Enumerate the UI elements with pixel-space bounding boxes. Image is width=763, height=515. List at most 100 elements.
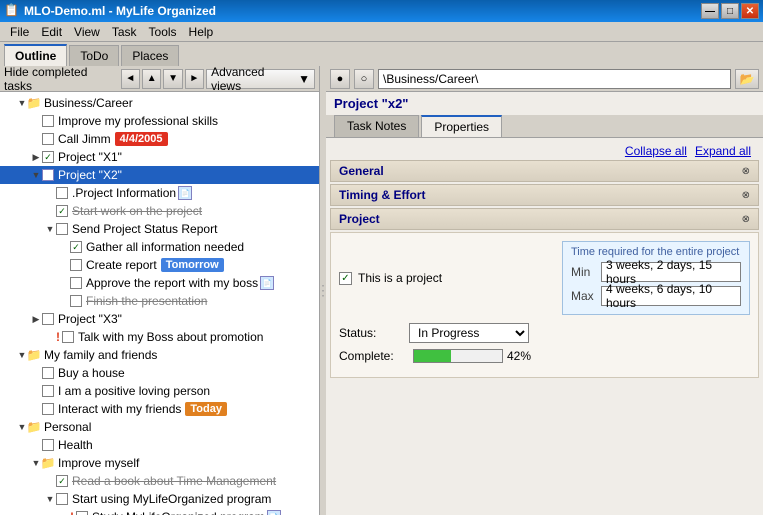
task-checkbox[interactable]: [42, 439, 54, 451]
task-checkbox[interactable]: [42, 169, 54, 181]
title-bar: 📋 MLO-Demo.ml - MyLife Organized — □ ✕: [0, 0, 763, 22]
tree-item-read-book[interactable]: Read a book about Time Management: [0, 472, 319, 490]
menu-task[interactable]: Task: [106, 23, 143, 41]
min-value[interactable]: 3 weeks, 2 days, 15 hours: [601, 262, 741, 282]
tree-item-business-career[interactable]: ▼ 📁 Business/Career: [0, 94, 319, 112]
time-required-label: Time required for the entire project: [571, 246, 741, 258]
time-required-box: Time required for the entire project Min…: [562, 241, 750, 315]
expand-all-link[interactable]: Expand all: [695, 144, 751, 158]
advanced-views-dropdown[interactable]: Advanced views ▼: [206, 69, 315, 89]
tab-todo[interactable]: ToDo: [69, 45, 119, 66]
addr-forward-button[interactable]: ○: [354, 69, 374, 89]
expander-icon[interactable]: ▶: [30, 151, 42, 163]
window-controls[interactable]: — □ ✕: [701, 3, 759, 19]
menu-file[interactable]: File: [4, 23, 35, 41]
tree-item-family[interactable]: ▼ 📁 My family and friends: [0, 346, 319, 364]
menu-edit[interactable]: Edit: [35, 23, 68, 41]
expander-icon[interactable]: ▼: [30, 169, 42, 181]
tree-item-project-x2[interactable]: ▼ Project "X2": [0, 166, 319, 184]
hide-completed-label: Hide completed tasks: [4, 66, 115, 93]
task-checkbox[interactable]: [42, 367, 54, 379]
tree-item-project-info[interactable]: .Project Information 📄: [0, 184, 319, 202]
min-label: Min: [571, 265, 601, 279]
tab-outline[interactable]: Outline: [4, 44, 67, 66]
task-checkbox[interactable]: [56, 493, 68, 505]
folder-open-icon: 📂: [740, 72, 755, 86]
task-tree[interactable]: ▼ 📁 Business/Career Improve my professio…: [0, 92, 319, 515]
item-label: Interact with my friends: [58, 402, 181, 416]
item-label: My family and friends: [44, 348, 157, 362]
tree-item-send-report[interactable]: ▼ Send Project Status Report: [0, 220, 319, 238]
task-checkbox[interactable]: [42, 385, 54, 397]
folder-icon: 📁: [28, 349, 40, 361]
tree-item-create-report[interactable]: Create report Tomorrow: [0, 256, 319, 274]
item-label: Improve my professional skills: [58, 114, 218, 128]
max-value[interactable]: 4 weeks, 6 days, 10 hours: [601, 286, 741, 306]
task-checkbox[interactable]: [42, 403, 54, 415]
minimize-button[interactable]: —: [701, 3, 719, 19]
expander-icon[interactable]: ▼: [44, 223, 56, 235]
task-checkbox[interactable]: [56, 187, 68, 199]
is-project-checkbox[interactable]: [339, 272, 352, 285]
tree-item-approve-report[interactable]: Approve the report with my boss 📄: [0, 274, 319, 292]
task-checkbox[interactable]: [42, 151, 54, 163]
project-section-header[interactable]: Project ⊗: [330, 208, 759, 230]
tree-item-gather-info[interactable]: Gather all information needed: [0, 238, 319, 256]
expander-icon[interactable]: ▼: [44, 493, 56, 505]
tree-item-start-work[interactable]: Start work on the project: [0, 202, 319, 220]
status-label: Status:: [339, 326, 409, 340]
tree-item-buy-house[interactable]: Buy a house: [0, 364, 319, 382]
collapse-all-link[interactable]: Collapse all: [625, 144, 687, 158]
tree-item-improve-prof[interactable]: Improve my professional skills: [0, 112, 319, 130]
tree-item-loving[interactable]: I am a positive loving person: [0, 382, 319, 400]
task-checkbox[interactable]: [70, 259, 82, 271]
tree-item-study-mlo[interactable]: ! Study MyLifeOrganized program 📄: [0, 508, 319, 515]
general-section-header[interactable]: General ⊗: [330, 160, 759, 182]
address-input[interactable]: [378, 69, 731, 89]
task-checkbox[interactable]: [70, 277, 82, 289]
tab-properties[interactable]: Properties: [421, 115, 502, 137]
close-button[interactable]: ✕: [741, 3, 759, 19]
nav-back-button[interactable]: ◄: [121, 69, 140, 89]
task-checkbox[interactable]: [42, 115, 54, 127]
tree-item-health[interactable]: Health: [0, 436, 319, 454]
tree-item-interact-friends[interactable]: Interact with my friends Today: [0, 400, 319, 418]
item-label: .Project Information: [72, 186, 176, 200]
menu-view[interactable]: View: [68, 23, 106, 41]
item-label: Study MyLifeOrganized program: [92, 510, 265, 515]
due-date-badge: 4/4/2005: [115, 132, 168, 146]
task-checkbox[interactable]: [70, 241, 82, 253]
tab-task-notes[interactable]: Task Notes: [334, 115, 419, 137]
tree-item-start-mlo[interactable]: ▼ Start using MyLifeOrganized program: [0, 490, 319, 508]
timing-section-header[interactable]: Timing & Effort ⊗: [330, 184, 759, 206]
status-select[interactable]: In Progress Not Started Completed Waitin…: [409, 323, 529, 343]
tree-item-project-x1[interactable]: ▶ Project "X1": [0, 148, 319, 166]
menu-tools[interactable]: Tools: [143, 23, 183, 41]
menu-help[interactable]: Help: [183, 23, 220, 41]
tree-item-project-x3[interactable]: ▶ Project "X3": [0, 310, 319, 328]
window-title: MLO-Demo.ml - MyLife Organized: [24, 4, 701, 18]
maximize-button[interactable]: □: [721, 3, 739, 19]
addr-back-button[interactable]: ●: [330, 69, 350, 89]
task-checkbox[interactable]: [56, 223, 68, 235]
tree-item-finish-pres[interactable]: Finish the presentation: [0, 292, 319, 310]
task-checkbox[interactable]: [42, 313, 54, 325]
task-checkbox[interactable]: [76, 511, 88, 515]
tree-item-personal[interactable]: ▼ 📁 Personal: [0, 418, 319, 436]
addr-go-button[interactable]: 📂: [735, 69, 759, 89]
is-project-label: This is a project: [358, 271, 442, 285]
task-checkbox[interactable]: [56, 475, 68, 487]
task-checkbox[interactable]: [70, 295, 82, 307]
expander-icon[interactable]: ▶: [30, 313, 42, 325]
nav-down-button[interactable]: ▼: [163, 69, 182, 89]
tree-item-improve-myself[interactable]: ▼ 📁 Improve myself: [0, 454, 319, 472]
task-checkbox[interactable]: [42, 133, 54, 145]
task-checkbox[interactable]: [62, 331, 74, 343]
nav-up-button[interactable]: ▲: [142, 69, 161, 89]
nav-forward-button[interactable]: ►: [185, 69, 204, 89]
tree-item-talk-boss[interactable]: ! Talk with my Boss about promotion: [0, 328, 319, 346]
complete-row: Complete: 42%: [339, 349, 750, 363]
tree-item-call-jimm[interactable]: Call Jimm 4/4/2005: [0, 130, 319, 148]
task-checkbox[interactable]: [56, 205, 68, 217]
tab-places[interactable]: Places: [121, 45, 179, 66]
